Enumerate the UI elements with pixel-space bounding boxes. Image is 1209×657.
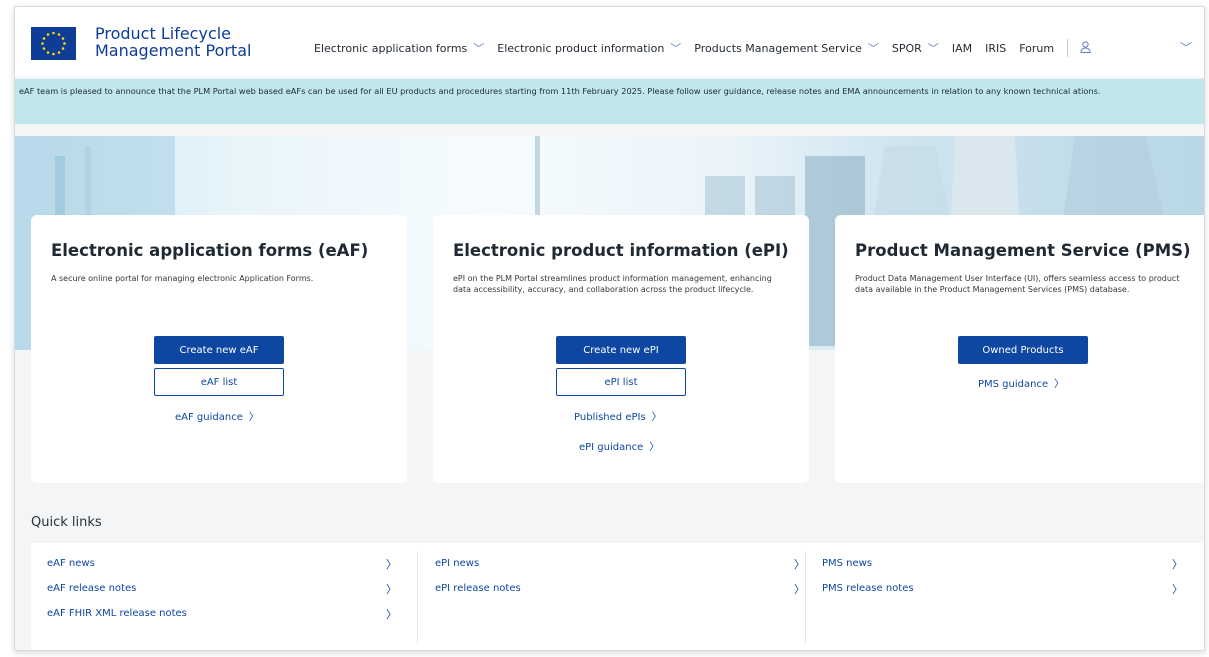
link-label: ePI guidance [579,442,644,453]
nav-label: Forum [1019,41,1055,55]
portal-brand[interactable]: Product Lifecycle Management Portal [95,25,251,59]
eaf-list-button[interactable]: eAF list [154,368,284,396]
nav-label: SPOR [891,41,922,55]
create-new-epi-button[interactable]: Create new ePI [556,336,686,364]
card-description: ePI on the PLM Portal streamlines produc… [453,274,772,294]
quick-link-eaf-release-notes[interactable]: eAF release notes 〉 [47,576,397,601]
eaf-guidance-link[interactable]: eAF guidance 〉 [175,408,259,423]
nav-divider [1067,39,1069,57]
card-title: Electronic application forms (eAF) [51,241,369,260]
epi-list-button[interactable]: ePI list [556,368,686,396]
nav-label: Electronic product information [497,41,665,55]
quick-links-eaf-column: eAF news 〉 eAF release notes 〉 eAF FHIR XM… [47,551,397,626]
quick-link-pms-release-notes[interactable]: PMS release notes 〉 [822,576,1183,601]
announcement-banner: eAF team is pleased to announce that the… [15,79,1204,124]
quick-link-eaf-news[interactable]: eAF news 〉 [47,551,397,576]
quick-links-title: Quick links [31,515,102,530]
link-label: eAF guidance [175,412,243,423]
epi-guidance-link[interactable]: ePI guidance 〉 [579,438,659,453]
card-title: Electronic product information (ePI) [453,241,789,260]
link-label: eAF release notes [47,583,137,594]
link-label: eAF FHIR XML release notes [47,608,187,619]
card-title: Product Management Service (PMS) [855,241,1191,260]
nav-spor[interactable]: SPOR ﹀ [892,40,939,56]
nav-electronic-application-forms[interactable]: Electronic application forms ﹀ [314,40,484,56]
announcement-text: eAF team is pleased to announce that the… [19,86,1101,96]
nav-electronic-product-information[interactable]: Electronic product information ﹀ [497,40,681,56]
published-epis-link[interactable]: Published ePIs 〉 [574,408,662,423]
link-label: PMS news [822,558,873,569]
chevron-right-icon: 〉 [651,412,662,423]
chevron-right-icon: 〉 [794,557,805,571]
link-label: ePI release notes [435,583,521,594]
chevron-right-icon: 〉 [386,582,397,596]
user-icon[interactable] [1080,40,1091,56]
chevron-down-icon[interactable]: ﹀ [1180,39,1192,56]
quick-link-epi-release-notes[interactable]: ePI release notes 〉 [435,576,805,601]
link-label: PMS guidance [978,379,1049,390]
card-description: Product Data Management User Interface (… [855,274,1180,294]
chevron-right-icon: 〉 [794,582,805,596]
brand-line-2: Management Portal [95,41,252,60]
quick-links-pms-column: PMS news 〉 PMS release notes 〉 [805,551,1183,643]
quick-link-pms-news[interactable]: PMS news 〉 [822,551,1183,576]
quick-link-epi-news[interactable]: ePI news 〉 [435,551,805,576]
brand-line-1: Product Lifecycle [95,24,232,43]
epi-card: Electronic product information (ePI) ePI… [433,215,809,483]
chevron-right-icon: 〉 [1172,557,1183,571]
nav-products-management-service[interactable]: Products Management Service ﹀ [694,40,879,56]
main-nav: Electronic application forms ﹀ Electroni… [314,39,1091,57]
nav-label: IRIS [985,41,1007,55]
chevron-right-icon: 〉 [386,557,397,571]
site-header: Product Lifecycle Management Portal Elec… [15,7,1204,77]
chevron-down-icon: ﹀ [670,42,682,55]
link-label: eAF news [47,558,95,569]
chevron-right-icon: 〉 [649,442,660,453]
pms-card: Product Management Service (PMS) Product… [835,215,1204,483]
owned-products-button[interactable]: Owned Products [958,336,1088,364]
link-label: PMS release notes [822,583,914,594]
chevron-right-icon: 〉 [386,607,397,621]
eu-stars-icon [41,31,66,56]
nav-iris[interactable]: IRIS [985,42,1006,55]
chevron-right-icon: 〉 [248,412,259,423]
chevron-right-icon: 〉 [1172,582,1183,596]
plm-portal-page: Product Lifecycle Management Portal Elec… [14,6,1205,651]
chevron-down-icon: ﹀ [473,42,485,55]
nav-forum[interactable]: Forum [1019,42,1054,55]
link-label: Published ePIs [574,412,646,423]
nav-label: IAM [951,41,973,55]
chevron-down-icon: ﹀ [927,42,939,55]
quick-links-epi-column: ePI news 〉 ePI release notes 〉 [417,551,805,643]
quick-links-panel: eAF news 〉 eAF release notes 〉 eAF FHIR XM… [31,543,1204,650]
nav-iam[interactable]: IAM [952,42,972,55]
eu-flag-logo[interactable] [31,27,76,60]
create-new-eaf-button[interactable]: Create new eAF [154,336,284,364]
nav-label: Products Management Service [694,41,862,55]
pms-guidance-link[interactable]: PMS guidance 〉 [978,375,1064,390]
link-label: ePI news [435,558,480,569]
card-description: A secure online portal for managing elec… [51,274,314,283]
chevron-right-icon: 〉 [1054,379,1065,390]
quick-link-eaf-fhir-xml-release-notes[interactable]: eAF FHIR XML release notes 〉 [47,601,397,626]
chevron-down-icon: ﹀ [867,42,879,55]
nav-label: Electronic application forms [314,41,468,55]
eaf-card: Electronic application forms (eAF) A sec… [31,215,407,483]
